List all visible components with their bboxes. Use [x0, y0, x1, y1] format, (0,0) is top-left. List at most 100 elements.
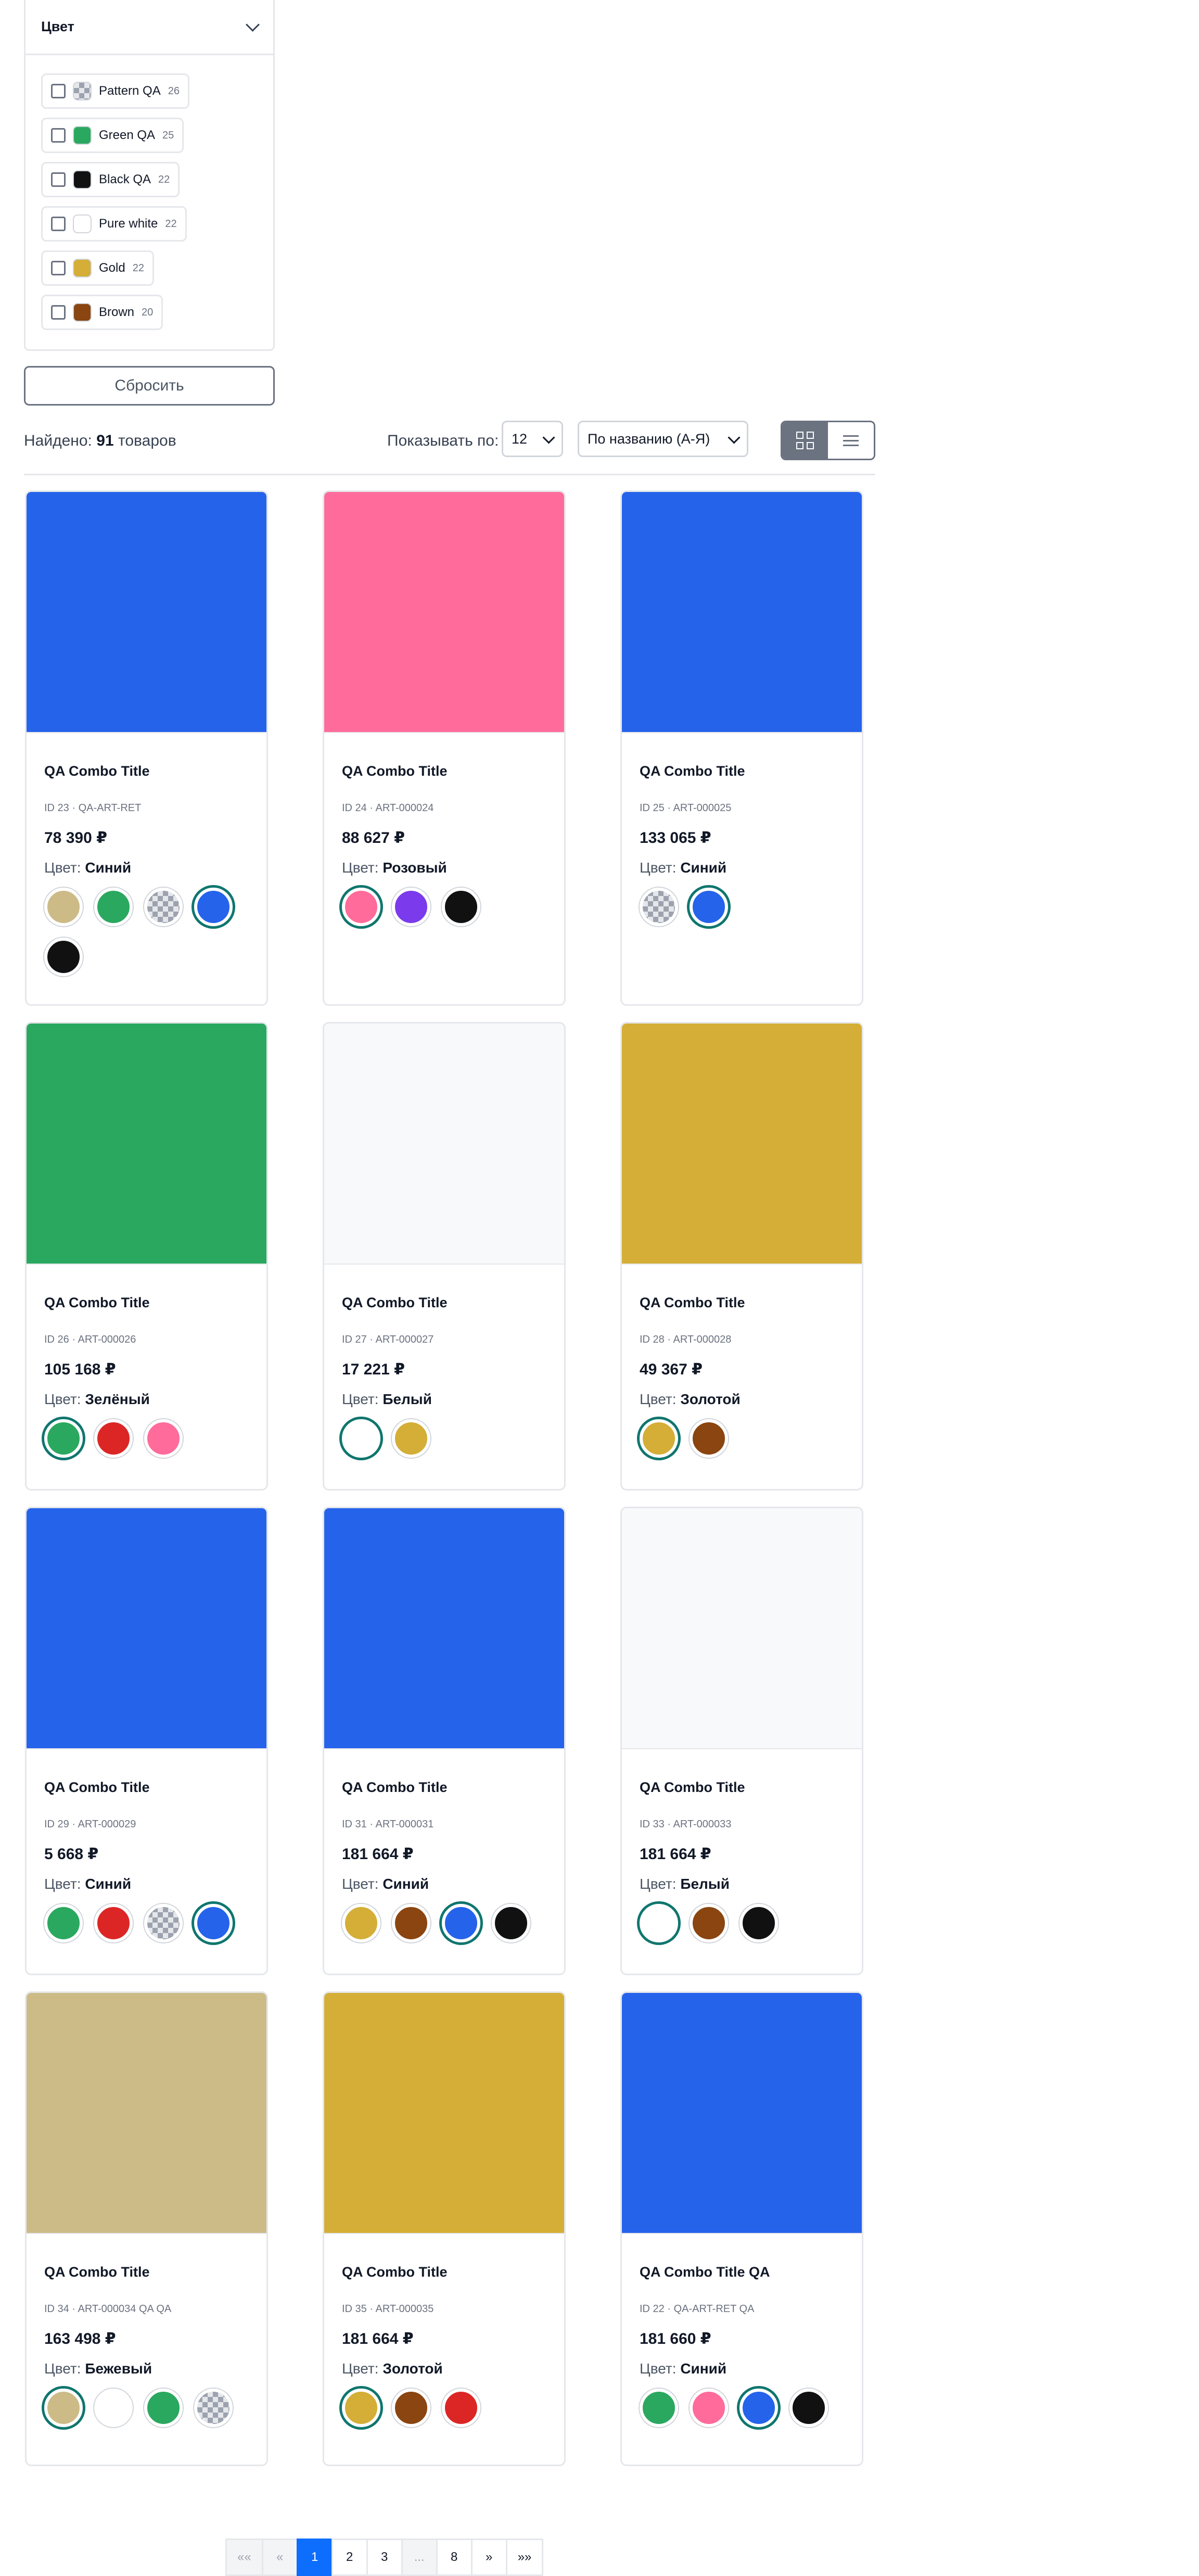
color-swatch-button[interactable]	[640, 888, 678, 926]
product-card[interactable]: QA Combo Title ID 26 · ART-000026 105 168 …	[25, 1022, 268, 1491]
color-swatch-button[interactable]	[342, 1419, 380, 1458]
next-page-button[interactable]: »	[470, 2539, 507, 2576]
filter-checkbox[interactable]	[51, 128, 66, 143]
color-filter-option[interactable]: Pure white 22	[41, 206, 187, 242]
prev-page-button[interactable]: «	[261, 2539, 298, 2576]
product-card[interactable]: QA Combo Title ID 23 · QA-ART-RET 78 390 ₽…	[25, 490, 268, 1006]
filter-checkbox[interactable]	[51, 172, 66, 187]
color-swatch-button[interactable]	[342, 2389, 380, 2427]
product-image[interactable]	[622, 492, 862, 733]
chevron-down-icon[interactable]	[246, 18, 260, 32]
product-image[interactable]	[622, 1024, 862, 1265]
product-image[interactable]	[622, 1993, 862, 2234]
color-swatch-button[interactable]	[690, 888, 728, 926]
product-title[interactable]: QA Combo Title	[342, 1779, 546, 1796]
product-title[interactable]: QA Combo Title	[640, 763, 844, 779]
color-swatch-button[interactable]	[342, 888, 380, 926]
product-image[interactable]	[27, 492, 266, 733]
product-card[interactable]: QA Combo Title ID 27 · ART-000027 17 221 ₽…	[323, 1022, 566, 1491]
color-filter-option[interactable]: Green QA 25	[41, 118, 184, 153]
product-card[interactable]: QA Combo Title QA ID 22 · QA-ART-RET QA 18…	[620, 1991, 863, 2466]
product-card[interactable]: QA Combo Title ID 34 · ART-000034 QA QA 16…	[25, 1991, 268, 2466]
color-swatch-button[interactable]	[739, 2389, 778, 2427]
product-title[interactable]: QA Combo Title	[44, 763, 249, 779]
product-card[interactable]: QA Combo Title ID 35 · ART-000035 181 664 …	[323, 1991, 566, 2466]
color-swatch-button[interactable]	[789, 2389, 828, 2427]
color-swatch-button[interactable]	[44, 1419, 83, 1458]
color-filter-option[interactable]: Black QA 22	[41, 162, 180, 197]
page-8-button[interactable]: 8	[436, 2539, 473, 2576]
product-image[interactable]	[27, 1508, 266, 1749]
filter-checkbox[interactable]	[51, 261, 66, 275]
color-swatch-button[interactable]	[194, 888, 233, 926]
sort-select[interactable]: По названию (А-Я)	[578, 421, 748, 457]
per-page-select[interactable]: 12	[502, 421, 563, 457]
color-swatch-button[interactable]	[640, 1904, 678, 1942]
color-swatch-button[interactable]	[492, 1904, 530, 1942]
color-swatch-button[interactable]	[44, 938, 83, 976]
color-swatch-button[interactable]	[690, 1904, 728, 1942]
color-swatch-button[interactable]	[392, 888, 430, 926]
color-filter-option[interactable]: Pattern QA 26	[41, 73, 189, 109]
color-filter-option[interactable]: Gold 22	[41, 250, 154, 286]
filter-checkbox[interactable]	[51, 305, 66, 320]
color-swatch-button[interactable]	[44, 2389, 83, 2427]
filter-checkbox[interactable]	[51, 217, 66, 231]
color-swatch-button[interactable]	[392, 2389, 430, 2427]
last-page-button[interactable]: »»	[505, 2539, 544, 2576]
product-title[interactable]: QA Combo Title	[640, 1295, 844, 1311]
color-swatch-button[interactable]	[194, 1904, 233, 1942]
color-swatch-button[interactable]	[442, 1904, 480, 1942]
product-image[interactable]	[324, 1024, 564, 1265]
color-swatch-button[interactable]	[392, 1419, 430, 1458]
color-filter-header[interactable]: Цвет	[25, 0, 273, 55]
color-swatch-button[interactable]	[194, 2389, 233, 2427]
product-card[interactable]: QA Combo Title ID 24 · ART-000024 88 627 ₽…	[323, 490, 566, 1006]
reset-button[interactable]: Сбросить	[24, 366, 275, 406]
color-swatch-button[interactable]	[44, 1904, 83, 1942]
product-title[interactable]: QA Combo Title	[342, 2264, 546, 2280]
color-swatch-button[interactable]	[392, 1904, 430, 1942]
product-card[interactable]: QA Combo Title ID 28 · ART-000028 49 367 ₽…	[620, 1022, 863, 1491]
color-swatch-button[interactable]	[690, 2389, 728, 2427]
page-3-button[interactable]: 3	[366, 2539, 403, 2576]
list-view-button[interactable]	[828, 422, 874, 459]
color-swatch-button[interactable]	[144, 1904, 183, 1942]
product-title[interactable]: QA Combo Title	[44, 1779, 249, 1796]
color-swatch-button[interactable]	[144, 1419, 183, 1458]
color-swatch-button[interactable]	[442, 2389, 480, 2427]
product-image[interactable]	[324, 1508, 564, 1749]
product-image[interactable]	[27, 1993, 266, 2234]
color-swatch-button[interactable]	[94, 2389, 133, 2427]
page-2-button[interactable]: 2	[331, 2539, 368, 2576]
color-swatch-button[interactable]	[94, 1419, 133, 1458]
color-swatch-button[interactable]	[44, 888, 83, 926]
product-title[interactable]: QA Combo Title	[44, 1295, 249, 1311]
product-title[interactable]: QA Combo Title	[342, 763, 546, 779]
product-image[interactable]	[27, 1024, 266, 1265]
color-swatch-button[interactable]	[690, 1419, 728, 1458]
product-card[interactable]: QA Combo Title ID 33 · ART-000033 181 664 …	[620, 1507, 863, 1975]
product-title[interactable]: QA Combo Title	[640, 1779, 844, 1796]
color-swatch-button[interactable]	[94, 888, 133, 926]
filter-checkbox[interactable]	[51, 84, 66, 98]
color-swatch-button[interactable]	[640, 1419, 678, 1458]
product-title[interactable]: QA Combo Title QA	[640, 2264, 844, 2280]
color-swatch-button[interactable]	[442, 888, 480, 926]
color-swatch-button[interactable]	[144, 2389, 183, 2427]
color-swatch-button[interactable]	[640, 2389, 678, 2427]
product-image[interactable]	[622, 1508, 862, 1749]
color-filter-option[interactable]: Brown 20	[41, 295, 163, 330]
product-card[interactable]: QA Combo Title ID 25 · ART-000025 133 065 …	[620, 490, 863, 1006]
product-image[interactable]	[324, 492, 564, 733]
product-card[interactable]: QA Combo Title ID 29 · ART-000029 5 668 ₽ Ц…	[25, 1507, 268, 1975]
first-page-button[interactable]: ««	[225, 2539, 263, 2576]
color-swatch-button[interactable]	[144, 888, 183, 926]
product-image[interactable]	[324, 1993, 564, 2234]
color-swatch-button[interactable]	[342, 1904, 380, 1942]
page-1-button[interactable]: 1	[296, 2539, 333, 2576]
grid-view-button[interactable]	[782, 422, 828, 459]
color-swatch-button[interactable]	[94, 1904, 133, 1942]
product-title[interactable]: QA Combo Title	[342, 1295, 546, 1311]
color-swatch-button[interactable]	[739, 1904, 778, 1942]
